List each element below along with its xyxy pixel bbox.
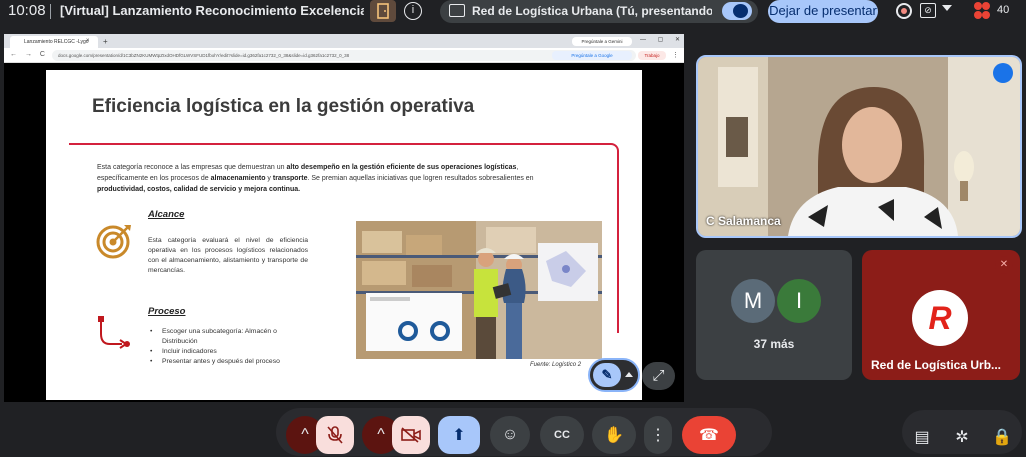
proceso-heading: Proceso xyxy=(148,306,186,317)
videocam-off-icon[interactable] xyxy=(392,416,430,454)
participant-video-tile[interactable] xyxy=(696,55,1022,238)
call-end-icon[interactable]: ☎ xyxy=(682,416,736,454)
list-item: Presentar antes y después del proceso xyxy=(150,357,310,367)
intro-segment: Esta categoría reconoce a las empresas q… xyxy=(97,164,287,171)
more-participants-tile[interactable] xyxy=(696,250,852,380)
mic-off-icon: ✕ xyxy=(995,256,1013,274)
activities-icon[interactable]: ✲ xyxy=(948,418,976,456)
gemini-button[interactable]: Pregúntale a Gemini xyxy=(572,37,632,46)
proceso-list: Escoger una subcategoría: Almacén o Dist… xyxy=(150,327,310,367)
window-controls[interactable]: — ▢ ✕ xyxy=(640,36,685,43)
expand-icon[interactable]: ⤢ xyxy=(642,362,675,390)
browser-nav-icons[interactable]: ← → C xyxy=(10,51,48,58)
divider xyxy=(50,4,51,19)
url-field[interactable]: docs.google.com/presentation/d/1C3bZN2KU… xyxy=(52,50,636,61)
chevron-up-icon[interactable] xyxy=(625,372,633,377)
present-to-all-icon[interactable]: ⬆ xyxy=(438,416,480,454)
more-participants-label: 37 más xyxy=(753,337,795,351)
intro-segment: almacenamiento xyxy=(210,175,266,182)
org-logo: R xyxy=(912,290,968,346)
clock: 10:08 xyxy=(8,2,46,19)
presenting-status: Red de Logística Urbana (Tú, presentando… xyxy=(472,4,712,18)
screen-share-off-icon[interactable]: ⊘ xyxy=(920,3,936,18)
target-icon xyxy=(96,223,132,259)
volume-icon xyxy=(733,4,748,18)
avatar: I xyxy=(777,279,821,323)
host-controls-icon[interactable]: 🔒 xyxy=(988,418,1016,456)
door-icon-svg xyxy=(377,3,389,19)
ask-google-button[interactable]: Pregúntale a Google xyxy=(552,51,632,60)
alcance-text: Esta categoría evaluará el nivel de efic… xyxy=(148,237,308,274)
close-tab-icon[interactable]: × xyxy=(86,38,90,44)
participant-name: C Salamanca xyxy=(706,214,781,228)
people-icon-svg xyxy=(974,2,990,19)
intro-segment: productividad, costos, calidad de servic… xyxy=(97,186,301,193)
intro-segment: alto desempeño en la gestión eficiente d… xyxy=(286,164,517,171)
chevron-down-icon[interactable] xyxy=(942,5,952,11)
annotate-icon[interactable]: ✎ xyxy=(593,363,621,387)
intro-segment: . Se premian aquellas iniciativas que lo… xyxy=(307,175,534,182)
avatar: M xyxy=(731,279,775,323)
alcance-heading: Alcance xyxy=(148,209,185,220)
speaking-indicator-icon xyxy=(993,63,1013,83)
intro-segment: y xyxy=(265,175,273,182)
participant-count: 40 xyxy=(997,4,1010,16)
meeting-title: [Virtual] Lanzamiento Reconocimiento Exc… xyxy=(60,3,364,18)
recording-icon[interactable] xyxy=(896,3,912,19)
list-item: Escoger una subcategoría: Almacén o Dist… xyxy=(150,327,310,347)
process-flow-icon xyxy=(96,314,132,350)
warehouse-photo xyxy=(356,221,602,359)
people-icon[interactable] xyxy=(972,1,992,21)
org-name: Red de Logística Urb... xyxy=(871,358,1002,372)
door-icon[interactable] xyxy=(370,0,396,22)
warehouse-photo-svg xyxy=(356,221,602,359)
closed-captions-icon[interactable]: CC xyxy=(540,416,584,454)
browser-tab[interactable]: Lanzamiento RELCGC -Lygo xyxy=(10,36,98,48)
stop-presenting-button[interactable]: Dejar de presentar xyxy=(768,0,878,23)
more-vert-icon[interactable]: ⋮ xyxy=(644,416,672,454)
browser-menu-icon[interactable]: ⋮ xyxy=(672,51,679,59)
slide-intro: Esta categoría reconoce a las empresas q… xyxy=(97,162,537,195)
image-caption: Fuente: Logístico 2 xyxy=(530,362,582,368)
cam-off-svg xyxy=(401,427,421,443)
emoji-icon[interactable]: ☺ xyxy=(490,416,530,454)
intro-segment: transporte xyxy=(272,175,308,182)
new-tab-icon[interactable]: + xyxy=(103,37,108,46)
profile-chip[interactable]: Trabajo xyxy=(638,51,666,60)
raise-hand-icon[interactable]: ✋ xyxy=(592,416,636,454)
list-item: Incluir indicadores xyxy=(150,347,310,357)
org-logo-letter: R xyxy=(928,299,952,336)
present-to-all-icon xyxy=(449,4,465,17)
mic-off-icon[interactable] xyxy=(316,416,354,454)
mic-off-svg xyxy=(327,426,343,444)
camera-feed xyxy=(698,57,1020,236)
chat-icon[interactable]: ▤ xyxy=(908,418,936,456)
process-flow-icon-svg xyxy=(98,316,130,349)
target-icon-svg xyxy=(96,225,131,259)
slide-title: Eficiencia logística en la gestión opera… xyxy=(92,96,475,117)
info-icon[interactable]: i xyxy=(404,2,422,20)
